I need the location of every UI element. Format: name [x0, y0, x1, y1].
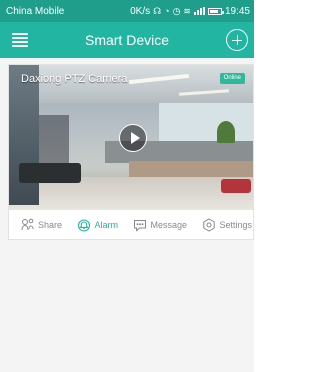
card-actions: Share Alarm Message Settings: [9, 210, 253, 240]
app-bar: Smart Device: [0, 22, 254, 58]
clock: 19:45: [224, 5, 250, 17]
sync-icon: ◔: [164, 5, 170, 16]
device-list: Daxiong PTZ Camera Online Share Alarm Me…: [0, 58, 254, 372]
settings-label: Settings: [219, 220, 252, 230]
status-badge: Online: [219, 73, 245, 84]
alarm-icon: [78, 219, 91, 232]
alarm-label: Alarm: [94, 220, 118, 230]
settings-icon: [203, 218, 216, 232]
battery-icon: [207, 7, 224, 15]
menu-icon[interactable]: [12, 33, 28, 47]
carrier-name: China Mobile: [6, 5, 65, 17]
add-icon[interactable]: [226, 29, 248, 51]
headphones-icon: ☊: [153, 5, 162, 16]
play-icon[interactable]: [119, 124, 147, 152]
page-title: Smart Device: [84, 32, 170, 48]
message-label: Message: [150, 220, 187, 230]
alarm-button[interactable]: Alarm: [77, 218, 118, 232]
share-button[interactable]: Share: [21, 218, 62, 232]
net-speed: 0K/s: [130, 5, 151, 17]
status-bar: China Mobile 0K/s ☊ ◔ ◷ ≋ 19:45: [0, 0, 254, 22]
camera-name: Daxiong PTZ Camera: [21, 73, 128, 85]
share-label: Share: [38, 220, 63, 230]
share-icon: [21, 218, 34, 231]
message-icon: [134, 220, 147, 232]
status-icons: 0K/s ☊ ◔ ◷ ≋ 19:45: [130, 6, 250, 17]
signal-icon: [193, 7, 205, 15]
device-card: Daxiong PTZ Camera Online Share Alarm Me…: [8, 64, 254, 240]
message-button[interactable]: Message: [133, 218, 187, 232]
settings-button[interactable]: Settings: [202, 218, 252, 232]
camera-preview[interactable]: Daxiong PTZ Camera Online: [9, 65, 253, 210]
alarm-clock-icon: ◷: [172, 5, 181, 16]
wifi-icon: ≋: [183, 5, 191, 16]
